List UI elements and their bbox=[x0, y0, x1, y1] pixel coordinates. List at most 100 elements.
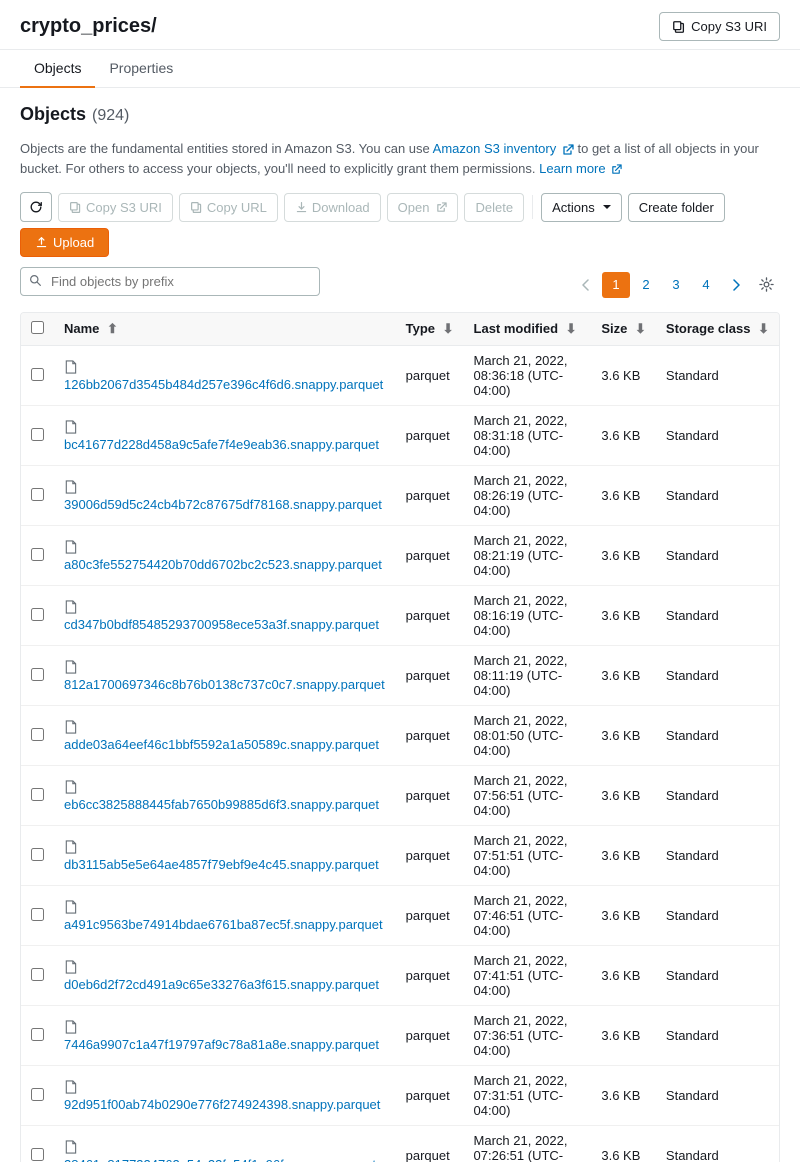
pagination-page-1[interactable]: 1 bbox=[602, 272, 630, 298]
row-checkbox-cell-9 bbox=[21, 886, 54, 946]
file-link-11[interactable]: 7446a9907c1a47f19797af9c78a81a8e.snappy.… bbox=[64, 1037, 379, 1052]
tab-properties[interactable]: Properties bbox=[95, 50, 187, 88]
row-storage-0: Standard bbox=[656, 346, 779, 406]
chevron-right-icon bbox=[732, 279, 740, 291]
search-icon bbox=[29, 274, 42, 290]
row-size-12: 3.6 KB bbox=[591, 1066, 656, 1126]
row-name-13: 28461a8177324762a54c23fe54f1e96f.snappy.… bbox=[54, 1126, 396, 1162]
row-modified-2: March 21, 2022, 08:26:19 (UTC-04:00) bbox=[464, 466, 592, 526]
row-name-3: a80c3fe552754420b70dd6702bc2c523.snappy.… bbox=[54, 526, 396, 586]
file-link-1[interactable]: bc41677d228d458a9c5afe7f4e9eab36.snappy.… bbox=[64, 437, 379, 452]
header-copy-s3-uri-button[interactable]: Copy S3 URI bbox=[659, 12, 780, 41]
file-icon-9 bbox=[64, 902, 77, 917]
type-sort-icon: ⬇ bbox=[443, 321, 454, 337]
row-storage-2: Standard bbox=[656, 466, 779, 526]
pagination-page-3[interactable]: 3 bbox=[662, 272, 690, 298]
file-link-12[interactable]: 92d951f00ab74b0290e776f274924398.snappy.… bbox=[64, 1097, 380, 1112]
tab-bar: Objects Properties bbox=[0, 50, 800, 88]
row-modified-10: March 21, 2022, 07:41:51 (UTC-04:00) bbox=[464, 946, 592, 1006]
inventory-link[interactable]: Amazon S3 inventory bbox=[433, 141, 578, 156]
delete-button[interactable]: Delete bbox=[464, 193, 524, 222]
row-type-8: parquet bbox=[396, 826, 464, 886]
name-column-header[interactable]: Name ⬆ bbox=[54, 313, 396, 346]
table-row: a80c3fe552754420b70dd6702bc2c523.snappy.… bbox=[21, 526, 779, 586]
row-checkbox-7[interactable] bbox=[31, 788, 44, 801]
file-link-7[interactable]: eb6cc3825888445fab7650b99885d6f3.snappy.… bbox=[64, 797, 379, 812]
create-folder-button[interactable]: Create folder bbox=[628, 193, 725, 222]
row-checkbox-4[interactable] bbox=[31, 608, 44, 621]
size-sort-icon: ⬇ bbox=[635, 321, 646, 337]
file-icon-11 bbox=[64, 1022, 77, 1037]
file-link-6[interactable]: adde03a64eef46c1bbf5592a1a50589c.snappy.… bbox=[64, 737, 379, 752]
row-checkbox-13[interactable] bbox=[31, 1148, 44, 1161]
learn-more-link[interactable]: Learn more bbox=[539, 161, 622, 176]
pagination-next-button[interactable] bbox=[722, 272, 750, 298]
row-name-8: db3115ab5e5e64ae4857f79ebf9e4c45.snappy.… bbox=[54, 826, 396, 886]
page-title: crypto_prices/ bbox=[20, 15, 157, 38]
table-header-row: Name ⬆ Type ⬇ Last modified ⬇ Size ⬇ bbox=[21, 313, 779, 346]
row-modified-4: March 21, 2022, 08:16:19 (UTC-04:00) bbox=[464, 586, 592, 646]
row-storage-3: Standard bbox=[656, 526, 779, 586]
row-storage-4: Standard bbox=[656, 586, 779, 646]
table-row: 28461a8177324762a54c23fe54f1e96f.snappy.… bbox=[21, 1126, 779, 1162]
row-checkbox-0[interactable] bbox=[31, 368, 44, 381]
file-link-5[interactable]: 812a1700697346c8b76b0138c737c0c7.snappy.… bbox=[64, 677, 385, 692]
section-title: Objects bbox=[20, 104, 86, 125]
row-checkbox-3[interactable] bbox=[31, 548, 44, 561]
file-link-9[interactable]: a491c9563be74914bdae6761ba87ec5f.snappy.… bbox=[64, 917, 383, 932]
table-row: 39006d59d5c24cb4b72c87675df78168.snappy.… bbox=[21, 466, 779, 526]
modified-column-header[interactable]: Last modified ⬇ bbox=[464, 313, 592, 346]
file-icon-8 bbox=[64, 842, 77, 857]
table-row: 812a1700697346c8b76b0138c737c0c7.snappy.… bbox=[21, 646, 779, 706]
select-all-checkbox[interactable] bbox=[31, 321, 44, 334]
file-link-8[interactable]: db3115ab5e5e64ae4857f79ebf9e4c45.snappy.… bbox=[64, 857, 379, 872]
file-link-10[interactable]: d0eb6d2f72cd491a9c65e33276a3f615.snappy.… bbox=[64, 977, 379, 992]
row-checkbox-11[interactable] bbox=[31, 1028, 44, 1041]
file-link-2[interactable]: 39006d59d5c24cb4b72c87675df78168.snappy.… bbox=[64, 497, 382, 512]
row-checkbox-cell-3 bbox=[21, 526, 54, 586]
toolbar-separator bbox=[532, 195, 533, 219]
upload-button[interactable]: Upload bbox=[20, 228, 109, 257]
actions-button[interactable]: Actions bbox=[541, 193, 622, 222]
row-type-13: parquet bbox=[396, 1126, 464, 1162]
row-storage-5: Standard bbox=[656, 646, 779, 706]
refresh-button[interactable] bbox=[20, 192, 52, 222]
row-type-2: parquet bbox=[396, 466, 464, 526]
pagination-page-2[interactable]: 2 bbox=[632, 272, 660, 298]
pagination-prev-button[interactable] bbox=[572, 272, 600, 298]
file-icon-5 bbox=[64, 662, 77, 677]
row-checkbox-10[interactable] bbox=[31, 968, 44, 981]
file-link-0[interactable]: 126bb2067d3545b484d257e396c4f6d6.snappy.… bbox=[64, 377, 383, 392]
file-link-13[interactable]: 28461a8177324762a54c23fe54f1e96f.snappy.… bbox=[64, 1157, 376, 1162]
storage-column-header[interactable]: Storage class ⬇ bbox=[656, 313, 779, 346]
file-link-4[interactable]: cd347b0bdf85485293700958ece53a3f.snappy.… bbox=[64, 617, 379, 632]
row-checkbox-6[interactable] bbox=[31, 728, 44, 741]
row-size-0: 3.6 KB bbox=[591, 346, 656, 406]
row-checkbox-1[interactable] bbox=[31, 428, 44, 441]
row-checkbox-12[interactable] bbox=[31, 1088, 44, 1101]
search-input[interactable] bbox=[20, 267, 320, 296]
row-checkbox-9[interactable] bbox=[31, 908, 44, 921]
row-type-4: parquet bbox=[396, 586, 464, 646]
row-size-6: 3.6 KB bbox=[591, 706, 656, 766]
row-checkbox-2[interactable] bbox=[31, 488, 44, 501]
file-link-3[interactable]: a80c3fe552754420b70dd6702bc2c523.snappy.… bbox=[64, 557, 382, 572]
pagination-page-4[interactable]: 4 bbox=[692, 272, 720, 298]
row-checkbox-5[interactable] bbox=[31, 668, 44, 681]
copy-url-button[interactable]: Copy URL bbox=[179, 193, 278, 222]
row-name-10: d0eb6d2f72cd491a9c65e33276a3f615.snappy.… bbox=[54, 946, 396, 1006]
row-modified-5: March 21, 2022, 08:11:19 (UTC-04:00) bbox=[464, 646, 592, 706]
row-checkbox-8[interactable] bbox=[31, 848, 44, 861]
pagination: 1 2 3 4 bbox=[572, 272, 780, 298]
size-column-header[interactable]: Size ⬇ bbox=[591, 313, 656, 346]
download-button[interactable]: Download bbox=[284, 193, 381, 222]
tab-objects[interactable]: Objects bbox=[20, 50, 95, 88]
type-column-header[interactable]: Type ⬇ bbox=[396, 313, 464, 346]
external-link-icon-2 bbox=[611, 164, 622, 175]
file-icon-3 bbox=[64, 542, 77, 557]
copy-s3-uri-button[interactable]: Copy S3 URI bbox=[58, 193, 173, 222]
row-size-3: 3.6 KB bbox=[591, 526, 656, 586]
row-size-2: 3.6 KB bbox=[591, 466, 656, 526]
open-button[interactable]: Open bbox=[387, 193, 459, 222]
table-settings-button[interactable] bbox=[752, 272, 780, 298]
